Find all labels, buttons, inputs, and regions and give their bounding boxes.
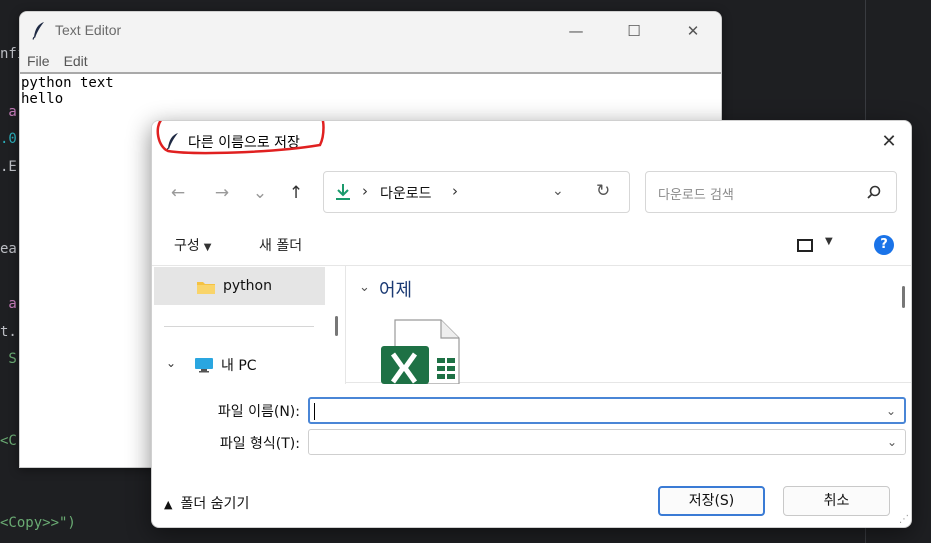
menu-file[interactable]: File xyxy=(27,53,50,69)
code-line: <C xyxy=(0,433,17,449)
chevron-down-icon[interactable]: ⌄ xyxy=(166,356,176,370)
navigation-row: ← → ⌄ ↑ › 다운로드 › ⌄ ↻ 다운로드 검색 xyxy=(152,171,911,215)
nav-item-python[interactable]: python xyxy=(154,267,325,305)
text-editor-titlebar[interactable]: Text Editor — ☐ ✕ xyxy=(20,12,721,50)
navigation-pane: python ⌄ 내 PC xyxy=(152,266,346,384)
browser-panes: python ⌄ 내 PC ⌄ 어제 xyxy=(152,265,911,384)
filetype-label: 파일 형식(T): xyxy=(219,436,300,452)
forward-arrow-icon[interactable]: → xyxy=(210,181,234,205)
view-options-icon[interactable] xyxy=(797,239,813,252)
save-as-dialog: 다른 이름으로 저장 ✕ ← → ⌄ ↑ › 다운로드 › ⌄ ↻ 다운로드 검… xyxy=(151,120,912,528)
hide-folders-toggle[interactable]: ▲ 폴더 숨기기 xyxy=(164,493,249,513)
code-line: a xyxy=(0,296,17,312)
search-box[interactable]: 다운로드 검색 xyxy=(645,171,897,213)
code-line: t. xyxy=(0,324,17,340)
resize-grip-icon[interactable]: ⋰ xyxy=(899,514,909,525)
red-circle-annotation xyxy=(156,121,325,155)
code-line: a xyxy=(0,104,17,120)
caret-down-icon[interactable]: ▼ xyxy=(825,236,833,247)
chevron-up-icon: ▲ xyxy=(164,498,173,511)
help-icon[interactable]: ? xyxy=(874,235,894,255)
file-list: ⌄ 어제 xyxy=(347,266,911,384)
nav-divider xyxy=(164,326,314,327)
window-title: Text Editor xyxy=(55,22,122,38)
group-header[interactable]: 어제 xyxy=(379,276,412,302)
text-line: python text xyxy=(21,75,114,91)
menu-edit[interactable]: Edit xyxy=(64,53,88,69)
minimize-button[interactable]: — xyxy=(553,12,599,50)
text-caret xyxy=(314,403,315,420)
text-line: hello xyxy=(21,91,64,107)
folder-icon xyxy=(197,282,215,294)
refresh-icon[interactable]: ↻ xyxy=(596,181,610,201)
nav-item-label: python xyxy=(223,278,272,294)
chevron-down-icon[interactable]: ⌄ xyxy=(886,404,896,418)
save-button[interactable]: 저장(S) xyxy=(658,486,765,516)
nav-item-this-pc[interactable]: 내 PC xyxy=(221,355,257,375)
excel-file-icon[interactable] xyxy=(381,318,477,384)
breadcrumb-separator[interactable]: › xyxy=(452,182,458,200)
search-input[interactable]: 다운로드 검색 xyxy=(658,184,734,203)
organize-label: 구성 xyxy=(174,238,200,254)
dialog-titlebar[interactable]: 다른 이름으로 저장 ✕ xyxy=(152,121,911,161)
address-history-chevron-icon[interactable]: ⌄ xyxy=(552,183,564,199)
chevron-down-icon[interactable]: ⌄ xyxy=(887,435,897,449)
code-line: ea xyxy=(0,241,17,257)
search-icon xyxy=(867,185,881,199)
filename-field[interactable]: ⌄ xyxy=(308,397,906,424)
close-button[interactable]: ✕ xyxy=(670,12,716,50)
download-icon xyxy=(336,184,350,200)
code-line: .0 xyxy=(0,131,17,147)
feather-icon xyxy=(32,22,44,40)
content-scrollbar[interactable] xyxy=(902,286,905,308)
new-folder-button[interactable]: 새 폴더 xyxy=(259,235,302,255)
code-line: <Copy>>") xyxy=(0,515,76,531)
recent-locations-chevron-icon[interactable]: ⌄ xyxy=(248,181,272,205)
breadcrumb-location[interactable]: 다운로드 xyxy=(380,183,432,203)
filetype-select[interactable]: ⌄ xyxy=(308,429,906,455)
maximize-button[interactable]: ☐ xyxy=(611,12,657,50)
organize-button[interactable]: 구성 ▼ xyxy=(174,235,211,255)
monitor-icon xyxy=(195,358,213,373)
caret-down-icon: ▼ xyxy=(203,242,212,253)
dialog-toolbar: 구성 ▼ 새 폴더 ▼ ? xyxy=(152,231,911,261)
address-bar[interactable]: › 다운로드 › ⌄ ↻ xyxy=(323,171,630,213)
breadcrumb-separator: › xyxy=(362,182,368,200)
hide-folders-label: 폴더 숨기기 xyxy=(180,496,250,512)
menu-bar: File Edit xyxy=(20,50,721,74)
filename-label: 파일 이름(N): xyxy=(217,404,300,420)
nav-scrollbar[interactable] xyxy=(335,316,338,336)
code-line: .E xyxy=(0,159,17,175)
cancel-button[interactable]: 취소 xyxy=(783,486,890,516)
dialog-close-button[interactable]: ✕ xyxy=(867,121,911,161)
up-arrow-icon[interactable]: ↑ xyxy=(284,181,308,205)
text-area[interactable]: python text hello xyxy=(20,74,721,108)
chevron-down-icon[interactable]: ⌄ xyxy=(359,280,370,295)
back-arrow-icon[interactable]: ← xyxy=(166,181,190,205)
code-line: S xyxy=(0,351,17,367)
